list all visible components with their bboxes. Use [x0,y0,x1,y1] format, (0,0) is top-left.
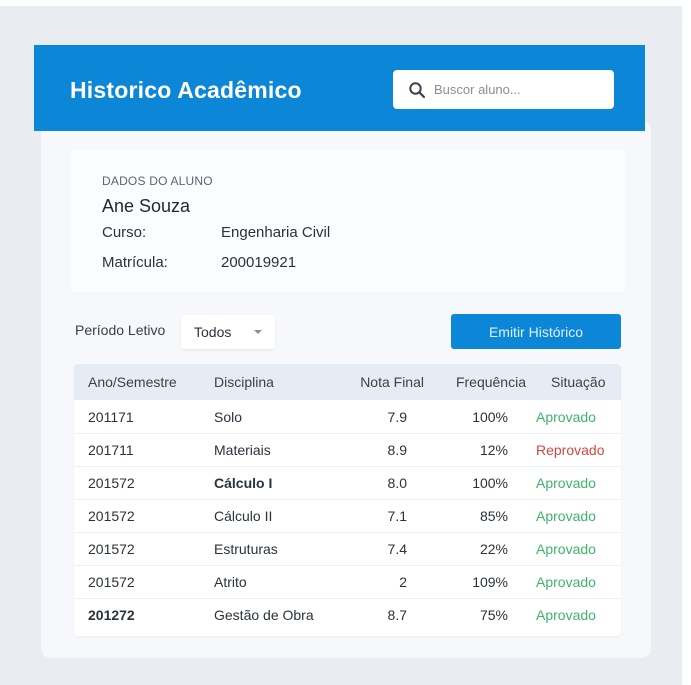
period-filter-value: Todos [194,324,232,340]
search-box[interactable] [393,70,614,109]
cell-situacao: Aprovado [536,574,596,590]
registration-label: Matrícula: [102,254,168,271]
cell-situacao: Aprovado [536,409,596,425]
table-row[interactable]: 201572 Estruturas 7.4 22% Aprovado [74,532,621,566]
cell-ano: 201711 [88,442,134,458]
column-header-nota[interactable]: Nota Final [354,374,424,390]
cell-frequencia: 22% [479,541,508,557]
cell-nota: 7.1 [387,508,407,524]
column-header-situacao[interactable]: Situação [551,374,605,390]
cell-ano: 201572 [88,541,135,557]
cell-nota: 8.0 [387,475,407,491]
course-value: Engenharia Civil [221,224,331,241]
cell-ano: 201171 [88,409,134,425]
registration-value: 200019921 [221,254,297,271]
cell-frequencia: 109% [472,574,508,590]
cell-situacao: Aprovado [536,508,596,524]
table-row[interactable]: 201572 Cálculo II 7.1 85% Aprovado [74,499,621,533]
period-filter-select[interactable]: Todos [181,315,275,349]
page-title: Historico Acadêmico [70,77,302,103]
table-row[interactable]: 201272 Gestão de Obra 8.7 75% Aprovado [74,598,621,631]
cell-disciplina: Cálculo II [214,508,273,524]
cell-disciplina: Atrito [214,574,247,590]
cell-situacao: Aprovado [536,475,596,491]
student-info-panel: DADOS DO ALUNO Ane Souza Curso: Engenhar… [71,150,625,292]
table-header: Ano/Semestre Disciplina Nota Final Frequ… [74,364,621,400]
course-label: Curso: [102,224,147,241]
cell-situacao: Aprovado [536,541,596,557]
table-row[interactable]: 201711 Materiais 8.9 12% Reprovado [74,433,621,467]
cell-disciplina: Estruturas [214,541,278,557]
cell-nota: 7.4 [387,541,407,557]
grades-table: Ano/Semestre Disciplina Nota Final Frequ… [74,364,621,636]
search-icon [408,81,426,99]
cell-frequencia: 100% [472,409,508,425]
student-name: Ane Souza [102,196,191,216]
cell-nota: 8.9 [387,442,407,458]
period-filter-label: Período Letivo [75,322,166,338]
table-row[interactable]: 201572 Cálculo I 8.0 100% Aprovado [74,466,621,500]
column-header-frequencia[interactable]: Frequência [446,374,526,390]
search-input[interactable] [434,82,604,97]
cell-situacao: Aprovado [536,607,596,623]
cell-nota: 8.7 [387,607,407,623]
table-row[interactable]: 201572 Atrito 2 109% Aprovado [74,565,621,599]
column-header-ano[interactable]: Ano/Semestre [88,374,177,390]
cell-disciplina: Materiais [214,442,271,458]
cell-ano: 201572 [88,508,135,524]
student-section-label: DADOS DO ALUNO [102,174,213,188]
column-header-disciplina[interactable]: Disciplina [214,374,274,390]
cell-frequencia: 12% [479,442,508,458]
cell-frequencia: 85% [479,508,508,524]
table-row[interactable]: 201171 Solo 7.9 100% Aprovado [74,400,621,434]
header-bar: Historico Acadêmico [34,45,645,131]
cell-disciplina: Solo [214,409,243,425]
cell-frequencia: 75% [479,607,508,623]
cell-nota: 2 [399,574,407,590]
cell-disciplina: Cálculo I [214,475,273,491]
cell-frequencia: 100% [472,475,508,491]
cell-ano: 201572 [88,475,135,491]
cell-ano: 201572 [88,574,135,590]
cell-ano: 201272 [88,607,135,623]
emit-history-button[interactable]: Emitir Histórico [451,314,621,349]
cell-situacao: Reprovado [536,442,605,458]
chevron-down-icon [254,330,262,334]
cell-disciplina: Gestão de Obra [214,607,314,623]
cell-nota: 7.9 [387,409,407,425]
